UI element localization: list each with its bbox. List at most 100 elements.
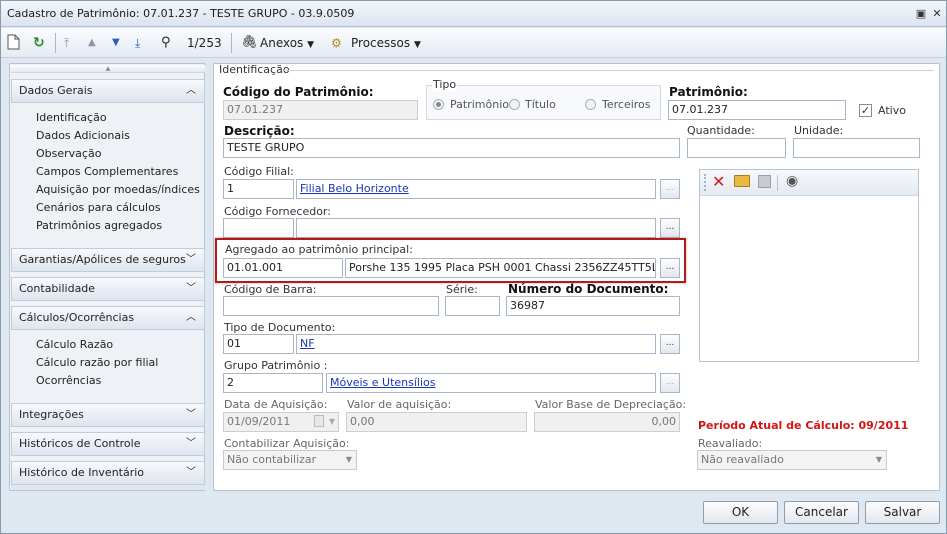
toolbar-separator — [231, 33, 232, 53]
sidebar-item-ocorrencias[interactable]: Ocorrências — [36, 373, 101, 389]
sidebar-item-patrimonios-agregados[interactable]: Patrimônios agregados — [36, 218, 162, 234]
group-label: Contabilidade — [19, 282, 96, 295]
new-document-icon[interactable] — [7, 34, 20, 52]
previous-record-icon[interactable]: ▲ — [88, 34, 96, 52]
gears-icon[interactable]: ⚙ — [331, 34, 342, 52]
unidade-field[interactable] — [793, 138, 920, 158]
sidebar-group-calculos[interactable]: Cálculos/Ocorrências ︿ — [11, 306, 205, 330]
patrimonio-field[interactable]: 07.01.237 — [668, 100, 846, 120]
valor-base-depreciacao-field[interactable]: 0,00 — [534, 412, 680, 432]
anexos-menu[interactable]: Anexos ▼ — [260, 34, 314, 52]
sidebar-item-dados-adicionais[interactable]: Dados Adicionais — [36, 128, 130, 144]
codigo-fornecedor-field[interactable] — [223, 218, 294, 238]
quantidade-field[interactable] — [687, 138, 786, 158]
tipo-documento-name-field[interactable]: NF — [296, 334, 656, 354]
toolbar-separator — [777, 175, 778, 191]
last-record-icon[interactable]: ⤓ — [135, 34, 140, 52]
dropdown-arrow-icon[interactable]: ▼ — [329, 413, 335, 431]
sidebar-item-identificacao[interactable]: Identificação — [36, 110, 107, 126]
close-button[interactable]: ✕ — [930, 7, 944, 21]
agregado-label: Agregado ao patrimônio principal: — [225, 243, 413, 256]
quantidade-label: Quantidade: — [687, 124, 755, 137]
filial-lookup-button[interactable]: ... — [660, 179, 680, 199]
sidebar-group-historico-inventario[interactable]: Histórico de Inventário ﹀ — [11, 461, 205, 485]
chevron-up-icon: ︿ — [186, 312, 196, 323]
fornecedor-name-field[interactable] — [296, 218, 656, 238]
toolbar: ↻ ⤒ ▲ ▼ ⤓ ⚲ 1/253 🖇 Anexos ▼ ⚙ Processos… — [1, 28, 946, 58]
tipo-documento-lookup-button[interactable]: ... — [660, 334, 680, 354]
radio-terceiros[interactable] — [585, 99, 596, 110]
section-title: Identificação — [219, 63, 290, 76]
processos-menu[interactable]: Processos ▼ — [351, 34, 421, 52]
binoculars-icon[interactable]: ⚲ — [161, 34, 171, 52]
agregado-lookup-button[interactable]: ... — [660, 258, 680, 278]
reavaliado-select[interactable]: Não reavaliado ▼ — [697, 450, 887, 470]
first-record-icon[interactable]: ⤒ — [64, 34, 69, 52]
sidebar-scroll-down[interactable] — [11, 485, 205, 490]
serie-label: Série: — [446, 283, 478, 296]
sidebar-group-historicos-controle[interactable]: Históricos de Controle ﹀ — [11, 432, 205, 456]
group-label: Cálculos/Ocorrências — [19, 311, 135, 324]
sidebar-item-cenarios[interactable]: Cenários para cálculos — [36, 200, 161, 216]
fornecedor-lookup-button[interactable]: ... — [660, 218, 680, 238]
grupo-patrimonio-name-field[interactable]: Móveis e Utensílios — [326, 373, 656, 393]
window: Cadastro de Patrimônio: 07.01.237 - TEST… — [0, 0, 947, 534]
codigo-patrimonio-field[interactable]: 07.01.237 — [223, 100, 418, 120]
reavaliado-value: Não reavaliado — [701, 453, 784, 466]
valor-aquisicao-field[interactable]: 0,00 — [346, 412, 527, 432]
filial-link[interactable]: Filial Belo Horizonte — [300, 182, 409, 195]
sidebar-group-dados-gerais[interactable]: Dados Gerais ︿ — [11, 79, 205, 103]
next-record-icon[interactable]: ▼ — [112, 34, 120, 52]
tipo-documento-code-field[interactable]: 01 — [223, 334, 294, 354]
radio-patrimonio[interactable] — [433, 99, 444, 110]
restore-button[interactable]: ▣ — [914, 7, 928, 21]
grupo-patrimonio-label: Grupo Patrimônio : — [224, 359, 328, 372]
refresh-icon[interactable]: ↻ — [33, 34, 45, 52]
filial-name-field[interactable]: Filial Belo Horizonte — [296, 179, 656, 199]
radio-titulo[interactable] — [509, 99, 520, 110]
save-disk-icon[interactable] — [758, 175, 771, 188]
sidebar-item-calculo-razao[interactable]: Cálculo Razão — [36, 337, 113, 353]
sidebar-item-calculo-razao-filial[interactable]: Cálculo razão por filial — [36, 355, 158, 371]
sidebar-scroll-up[interactable]: ▲ — [11, 65, 205, 73]
periodo-atual-text: Período Atual de Cálculo: 09/2011 — [698, 419, 909, 432]
unidade-label: Unidade: — [794, 124, 844, 137]
numero-documento-field[interactable]: 36987 — [506, 296, 680, 316]
chevron-down-icon: ﹀ — [186, 467, 196, 478]
agregado-name-field[interactable]: Porshe 135 1995 Placa PSH 0001 Chassi 23… — [345, 258, 656, 278]
codigo-filial-field[interactable]: 1 — [223, 179, 294, 199]
salvar-button[interactable]: Salvar — [865, 501, 940, 524]
open-folder-icon[interactable] — [734, 175, 750, 187]
grupo-patrimonio-code-field[interactable]: 2 — [223, 373, 323, 393]
chevron-down-icon: ﹀ — [186, 283, 196, 294]
serie-field[interactable] — [445, 296, 500, 316]
grupo-patrimonio-lookup-button[interactable]: ... — [660, 373, 680, 393]
agregado-code-field[interactable]: 01.01.001 — [223, 258, 343, 278]
delete-icon[interactable]: ✕ — [712, 172, 725, 191]
paperclip-icon[interactable]: 🖇 — [241, 34, 258, 52]
sidebar-item-observacao[interactable]: Observação — [36, 146, 101, 162]
grupo-patrimonio-link[interactable]: Móveis e Utensílios — [330, 376, 436, 389]
sidebar-item-campos-complementares[interactable]: Campos Complementares — [36, 164, 178, 180]
sidebar-group-integracoes[interactable]: Integrações ﹀ — [11, 403, 205, 427]
sidebar-group-garantias[interactable]: Garantias/Apólices de seguros ﹀ — [11, 248, 205, 272]
webcam-icon[interactable]: ◉ — [786, 173, 798, 189]
sidebar-group-contabilidade[interactable]: Contabilidade ﹀ — [11, 277, 205, 301]
valor-aquisicao-label: Valor de aquisição: — [347, 398, 452, 411]
cancelar-button[interactable]: Cancelar — [784, 501, 859, 524]
group-label: Garantias/Apólices de seguros — [19, 253, 186, 266]
codigo-barra-field[interactable] — [223, 296, 439, 316]
chevron-down-icon: ﹀ — [186, 409, 196, 420]
ok-button[interactable]: OK — [703, 501, 778, 524]
chevron-down-icon: ﹀ — [186, 254, 196, 265]
radio-titulo-label: Título — [525, 98, 556, 111]
processos-label: Processos — [351, 36, 411, 50]
descricao-field[interactable]: TESTE GRUPO — [223, 138, 680, 158]
data-aquisicao-value: 01/09/2011 — [227, 415, 291, 428]
data-aquisicao-field[interactable]: 01/09/2011 ▼ — [223, 412, 339, 432]
sidebar-item-aquisicao-moedas[interactable]: Aquisição por moedas/índices — [36, 182, 200, 198]
contabilizar-aquisicao-select[interactable]: Não contabilizar ▼ — [223, 450, 357, 470]
calendar-icon[interactable] — [314, 415, 324, 427]
tipo-documento-link[interactable]: NF — [300, 337, 315, 350]
ativo-checkbox[interactable]: ✓ — [859, 104, 872, 117]
